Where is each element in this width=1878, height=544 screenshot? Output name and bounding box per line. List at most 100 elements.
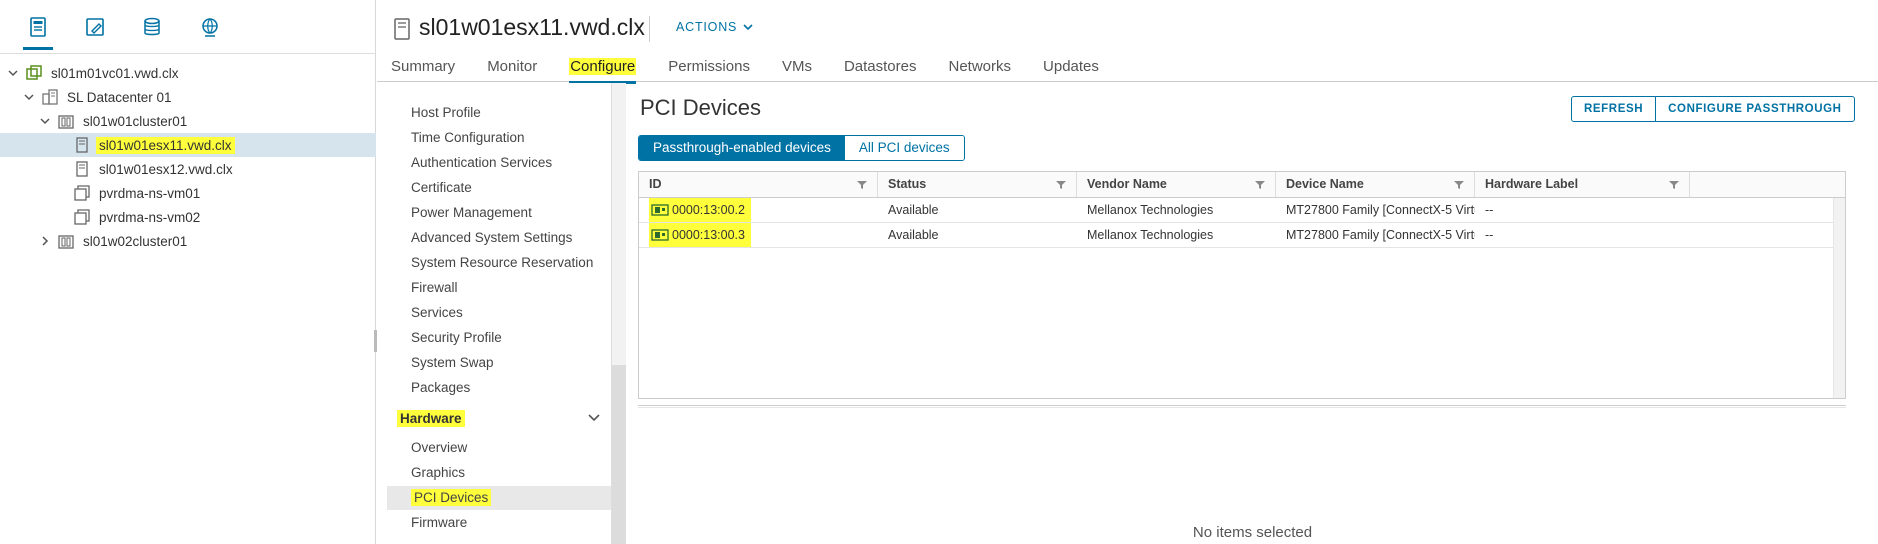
vm-icon [74,209,90,225]
column-header-hardware-label[interactable]: Hardware Label [1475,172,1690,197]
column-label: Device Name [1286,177,1364,191]
nav-scrollbar-thumb[interactable] [612,365,626,544]
configure-nav: Host Profile Time Configuration Authenti… [377,83,612,544]
tab-datastores[interactable]: Datastores [844,56,917,83]
column-header-id[interactable]: ID [639,172,878,197]
configure-passthrough-button[interactable]: CONFIGURE PASSTHROUGH [1655,97,1853,121]
tab-permissions[interactable]: Permissions [668,56,750,83]
table-row[interactable]: 0000:13:00.3 Available Mellanox Technolo… [639,223,1833,248]
details-splitter[interactable] [638,405,1846,408]
cell-id: 0000:13:00.3 [639,223,878,247]
inventory-panel: sl01m01vc01.vwd.clx SL Datacenter 01 sl0… [0,0,376,544]
filter-icon[interactable] [1454,180,1464,190]
cell-device: MT27800 Family [ConnectX-5 Virtu... [1286,203,1475,217]
chevron-down-icon[interactable] [38,114,52,128]
divider [649,16,650,42]
tree-item-vcenter[interactable]: sl01m01vc01.vwd.clx [0,61,376,85]
nav-firmware[interactable]: Firmware [411,512,467,534]
cluster-icon [58,233,74,249]
tree-item-datacenter[interactable]: SL Datacenter 01 [0,85,376,109]
all-pci-devices-button[interactable]: All PCI devices [844,136,964,160]
chevron-right-icon[interactable] [38,234,52,248]
tab-configure[interactable]: Configure [569,56,637,84]
nav-time-configuration[interactable]: Time Configuration [411,127,525,149]
column-label: Status [888,177,927,191]
column-label: Hardware Label [1485,177,1579,191]
toolbar: REFRESH CONFIGURE PASSTHROUGH [1571,96,1855,122]
nav-packages[interactable]: Packages [411,377,470,399]
tree-item-vm[interactable]: pvrdma-ns-vm02 [0,205,376,229]
column-header-device[interactable]: Device Name [1276,172,1475,197]
filter-icon[interactable] [1669,180,1679,190]
chevron-down-icon[interactable] [22,90,36,104]
tree-label: SL Datacenter 01 [67,89,172,105]
pci-devices-grid: ID Status Vendor Name Device Name Hardwa… [638,171,1846,399]
nav-category-hardware[interactable]: Hardware [397,410,465,427]
nav-pci-devices-label: PCI Devices [411,489,492,506]
nav-overview[interactable]: Overview [411,437,467,459]
tab-summary[interactable]: Summary [391,56,455,83]
nav-certificate[interactable]: Certificate [411,177,472,199]
table-row[interactable]: 0000:13:00.2 Available Mellanox Technolo… [639,198,1833,223]
nav-pci-devices[interactable]: PCI Devices [411,487,492,509]
tree-item-vm[interactable]: pvrdma-ns-vm01 [0,181,376,205]
empty-details-message: No items selected [1192,524,1313,541]
grid-header: ID Status Vendor Name Device Name Hardwa… [639,172,1845,198]
object-header: sl01w01esx11.vwd.clx ACTIONS Summary Mon… [377,0,1878,84]
nav-firewall[interactable]: Firewall [411,277,458,299]
device-id[interactable]: 0000:13:00.2 [672,198,745,222]
tree-item-host[interactable]: sl01w01esx12.vwd.clx [0,157,376,181]
passthrough-enabled-button[interactable]: Passthrough-enabled devices [639,136,845,160]
nav-security-profile[interactable]: Security Profile [411,327,502,349]
nav-authentication-services[interactable]: Authentication Services [411,152,552,174]
cell-hardware-label: -- [1485,228,1494,242]
tab-updates[interactable]: Updates [1043,56,1099,83]
nav-system-swap[interactable]: System Swap [411,352,494,374]
device-filter-toggle: Passthrough-enabled devices All PCI devi… [638,135,965,161]
cell-vendor: Mellanox Technologies [1087,203,1214,217]
id-highlight: 0000:13:00.2 [649,198,751,222]
nav-system-resource-reservation[interactable]: System Resource Reservation [411,252,593,274]
chevron-down-icon [743,24,753,31]
filter-icon[interactable] [1255,180,1265,190]
vms-and-templates-tab[interactable] [80,16,110,50]
tree-item-cluster[interactable]: sl01w02cluster01 [0,229,376,253]
tree-label: sl01w01esx12.vwd.clx [99,161,233,177]
cell-status: Available [888,203,939,217]
device-id[interactable]: 0000:13:00.3 [672,223,745,247]
actions-menu[interactable]: ACTIONS [676,20,753,34]
object-tabs: Summary Monitor Configure Permissions VM… [391,56,1131,84]
section-title: PCI Devices [640,95,762,120]
chevron-down-icon[interactable] [587,411,601,425]
nav-services[interactable]: Services [411,302,463,324]
tab-configure-label: Configure [569,58,637,75]
grid-scrollbar[interactable] [1833,198,1845,398]
column-header-vendor[interactable]: Vendor Name [1077,172,1276,197]
inventory-tabs [0,0,376,54]
nav-graphics[interactable]: Graphics [411,462,465,484]
cell-id: 0000:13:00.2 [639,198,878,222]
nav-host-profile[interactable]: Host Profile [411,102,481,124]
filter-icon[interactable] [857,180,867,190]
column-header-status[interactable]: Status [878,172,1077,197]
host-icon [394,18,410,40]
cell-status: Available [888,228,939,242]
tab-vms[interactable]: VMs [782,56,812,83]
chevron-down-icon[interactable] [6,66,20,80]
tree-item-cluster[interactable]: sl01w01cluster01 [0,109,376,133]
hosts-and-clusters-tab[interactable] [23,14,53,50]
nav-power-management[interactable]: Power Management [411,202,532,224]
refresh-button[interactable]: REFRESH [1572,97,1655,121]
vm-icon [74,185,90,201]
nav-advanced-system-settings[interactable]: Advanced System Settings [411,227,572,249]
networking-tab[interactable] [195,16,225,50]
tree-label: pvrdma-ns-vm01 [99,185,201,201]
tab-monitor[interactable]: Monitor [487,56,537,83]
tab-networks[interactable]: Networks [949,56,1012,83]
tree-item-host-selected[interactable]: sl01w01esx11.vwd.clx [0,133,376,157]
tree-label: sl01w01cluster01 [83,113,188,129]
filter-icon[interactable] [1056,180,1066,190]
storage-tab[interactable] [137,16,167,50]
pci-device-icon [651,229,669,241]
pci-devices-view: PCI Devices REFRESH CONFIGURE PASSTHROUG… [627,83,1878,544]
